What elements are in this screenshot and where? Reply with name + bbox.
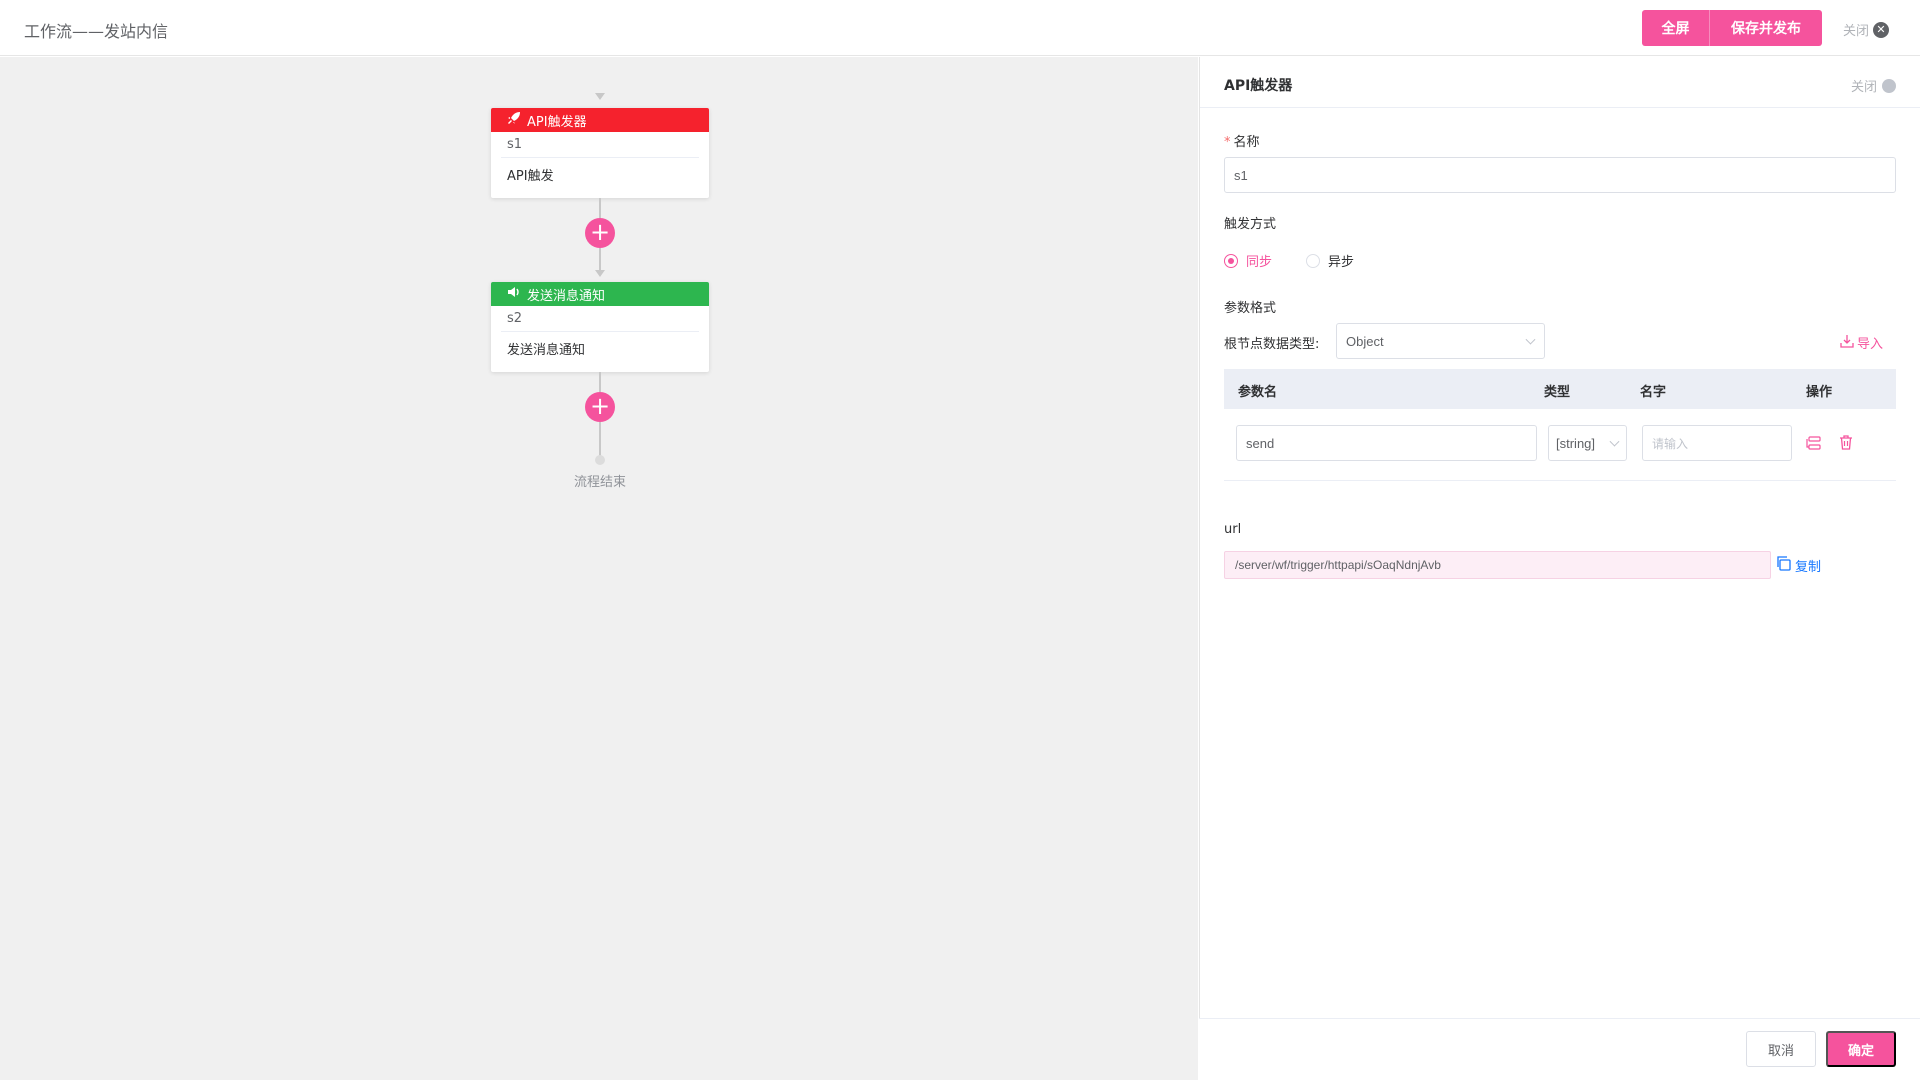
import-button[interactable]: 导入 <box>1840 333 1883 352</box>
connector-line <box>599 248 601 270</box>
page-title: 工作流——发站内信 <box>24 22 169 41</box>
url-label: url <box>1224 522 1242 537</box>
copy-icon <box>1776 556 1791 575</box>
speaker-icon <box>507 285 521 303</box>
col-header-type: 类型 <box>1544 385 1571 400</box>
param-table-header: 参数名 类型 名字 操作 <box>1224 369 1896 409</box>
connector-line <box>599 422 601 458</box>
start-arrow-icon <box>595 93 605 100</box>
param-name-input[interactable]: send <box>1236 425 1537 461</box>
connector-line <box>599 372 601 392</box>
panel-close-button[interactable]: 关闭 <box>1851 76 1896 95</box>
confirm-button[interactable]: 确定 <box>1826 1031 1896 1067</box>
header-close-label: 关闭 <box>1843 24 1870 39</box>
radio-circle <box>1306 253 1320 268</box>
col-header-actions: 操作 <box>1806 385 1833 400</box>
delete-icon[interactable] <box>1838 434 1854 455</box>
node-id: s1 <box>501 132 699 158</box>
flow-end-dot <box>595 455 605 465</box>
param-type-value: [string] <box>1556 435 1596 451</box>
required-mark: * <box>1224 135 1231 150</box>
radio-circle <box>1224 253 1238 268</box>
root-type-value: Object <box>1346 333 1384 349</box>
panel-title: API触发器 <box>1224 78 1293 94</box>
rocket-icon <box>507 111 521 129</box>
node-type-label: 发送消息通知 <box>527 288 606 304</box>
close-icon <box>1882 78 1896 93</box>
app-header: 工作流——发站内信 全屏 保存并发布 关闭 ✕ <box>0 0 1920 56</box>
cancel-button[interactable]: 取消 <box>1746 1031 1816 1067</box>
node-header: 发送消息通知 <box>491 282 709 306</box>
node-header: API触发器 <box>491 108 709 132</box>
url-field[interactable]: /server/wf/trigger/httpapi/sOaqNdnjAvb <box>1224 551 1771 579</box>
copy-button[interactable]: 复制 <box>1776 556 1821 575</box>
copy-label: 复制 <box>1795 560 1822 575</box>
save-publish-button[interactable]: 保存并发布 <box>1710 10 1822 46</box>
add-child-icon[interactable] <box>1806 435 1822 455</box>
connector-arrow-icon <box>595 270 605 277</box>
col-header-param-name: 参数名 <box>1238 385 1278 400</box>
add-node-button[interactable]: + <box>585 392 615 422</box>
flow-node-api-trigger[interactable]: API触发器 s1 API触发 <box>491 108 709 198</box>
chevron-down-icon <box>1609 436 1620 447</box>
download-icon <box>1840 334 1854 352</box>
root-type-select[interactable]: Object <box>1336 323 1545 359</box>
param-format-label: 参数格式 <box>1224 301 1277 316</box>
radio-async[interactable]: 异步 <box>1306 251 1354 270</box>
close-icon: ✕ <box>1873 21 1890 38</box>
name-label: * 名称 <box>1224 131 1260 150</box>
root-type-label: 根节点数据类型: <box>1224 337 1320 352</box>
radio-sync[interactable]: 同步 <box>1224 251 1272 270</box>
table-row-divider <box>1224 480 1896 481</box>
name-input[interactable]: s1 <box>1224 157 1896 193</box>
flow-end-label: 流程结束 <box>573 475 626 490</box>
node-id: s2 <box>501 306 699 332</box>
param-display-name-input[interactable]: 请输入 <box>1642 425 1792 461</box>
radio-async-label: 异步 <box>1328 255 1355 270</box>
import-label: 导入 <box>1857 337 1884 352</box>
flow-node-send-notification[interactable]: 发送消息通知 s2 发送消息通知 <box>491 282 709 372</box>
node-description: 发送消息通知 <box>507 343 586 358</box>
panel-close-label: 关闭 <box>1850 80 1877 95</box>
radio-sync-label: 同步 <box>1246 255 1273 270</box>
chevron-down-icon <box>1525 334 1536 345</box>
node-description: API触发 <box>507 169 554 184</box>
add-node-button[interactable]: + <box>585 218 615 248</box>
col-header-name: 名字 <box>1640 385 1667 400</box>
header-close-button[interactable]: 关闭 ✕ <box>1843 20 1890 39</box>
header-actions: 全屏 保存并发布 <box>1642 10 1822 46</box>
name-label-text: 名称 <box>1233 135 1260 150</box>
panel-header: API触发器 关闭 <box>1200 57 1920 108</box>
param-type-select[interactable]: [string] <box>1548 425 1627 461</box>
node-type-label: API触发器 <box>527 114 587 130</box>
trigger-mode-label: 触发方式 <box>1224 217 1277 232</box>
connector-line <box>599 198 601 218</box>
fullscreen-button[interactable]: 全屏 <box>1642 10 1710 46</box>
